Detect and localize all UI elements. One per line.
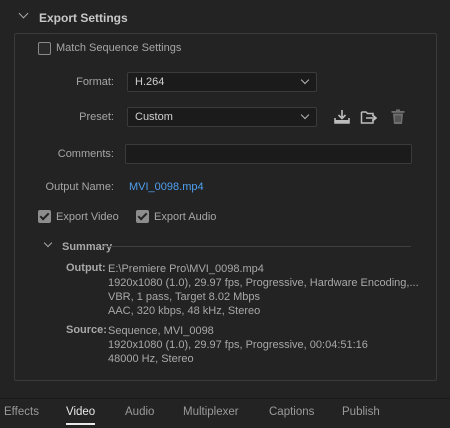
export-video-label[interactable]: Export Video [56,211,119,223]
output-name-link[interactable]: MVI_0098.mp4 [129,181,204,193]
tab-video[interactable]: Video [66,406,95,418]
format-value: H.264 [135,76,165,88]
export-video-checkbox[interactable] [38,210,51,223]
summary-source-line: 1920x1080 (1.0), 29.97 fps, Progressive,… [108,339,368,351]
chevron-down-icon [300,75,310,85]
preset-value: Custom [135,111,173,123]
export-settings-panel: Export Settings Match Sequence Settings … [0,0,450,428]
summary-source-line: 48000 Hz, Stereo [108,353,194,365]
preset-label: Preset: [79,111,114,123]
summary-output-key: Output: [66,262,106,274]
tab-effects[interactable]: Effects [4,406,39,418]
import-preset-icon[interactable] [360,108,378,126]
summary-output-line: AAC, 320 kbps, 48 kHz, Stereo [108,305,261,317]
summary-output-values: E:\Premiere Pro\MVI_0098.mp4 1920x1080 (… [108,262,419,318]
export-audio-label[interactable]: Export Audio [154,211,216,223]
summary-output-line: E:\Premiere Pro\MVI_0098.mp4 [108,263,264,275]
tab-publish[interactable]: Publish [342,406,380,418]
comments-input[interactable] [125,144,412,164]
tab-multiplexer[interactable]: Multiplexer [183,406,239,418]
save-preset-icon[interactable] [333,108,351,126]
comments-label: Comments: [57,148,114,160]
match-sequence-checkbox[interactable] [38,42,51,55]
match-sequence-label[interactable]: Match Sequence Settings [56,42,181,54]
summary-source-values: Sequence, MVI_0098 1920x1080 (1.0), 29.9… [108,324,368,366]
format-label: Format: [76,76,114,88]
tab-audio[interactable]: Audio [125,406,154,418]
chevron-down-icon [300,110,310,120]
summary-source-line: Sequence, MVI_0098 [108,325,214,337]
chevron-down-icon[interactable] [18,8,29,19]
summary-source-key: Source: [66,324,107,336]
summary-divider [101,246,411,247]
summary-output-line: VBR, 1 pass, Target 8.02 Mbps [108,291,261,303]
tab-captions[interactable]: Captions [269,406,314,418]
settings-tab-bar: Effects Video Audio Multiplexer Captions… [0,398,450,428]
output-name-label: Output Name: [45,181,114,193]
summary-title: Summary [62,241,113,253]
preset-select[interactable]: Custom [127,107,317,127]
summary-output-line: 1920x1080 (1.0), 29.97 fps, Progressive,… [108,277,419,289]
format-select[interactable]: H.264 [127,72,317,92]
export-settings-header[interactable]: Export Settings [0,0,450,36]
active-tab-indicator [66,423,95,425]
section-title: Export Settings [39,11,128,25]
export-audio-checkbox[interactable] [136,210,149,223]
delete-preset-icon[interactable] [389,108,407,126]
